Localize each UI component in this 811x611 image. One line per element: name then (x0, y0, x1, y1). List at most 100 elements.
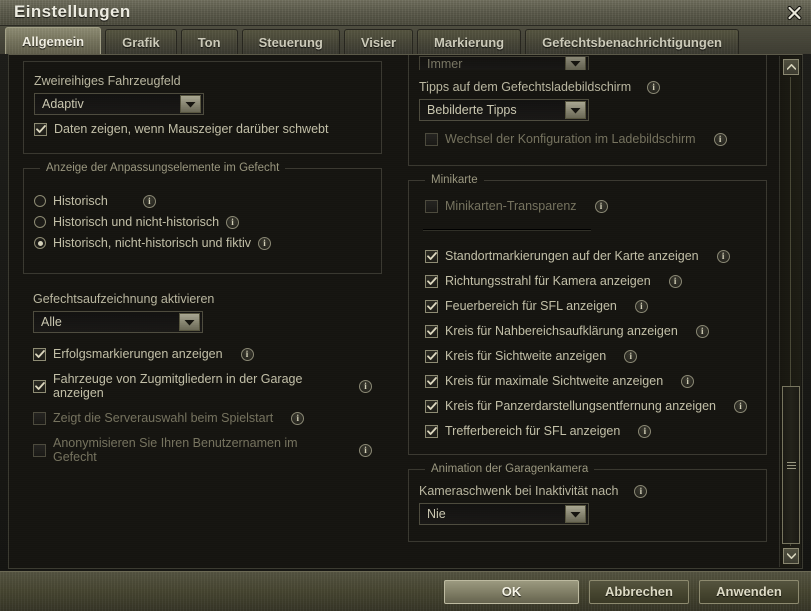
info-icon[interactable]: i (624, 349, 638, 363)
checkbox-label: Erfolgsmarkierungen anzeigen (53, 347, 223, 361)
info-icon[interactable]: i (716, 249, 730, 263)
checkbox-config-switch[interactable] (425, 132, 438, 146)
checkbox-label: Kreis für Panzerdarstellungsentfernung a… (445, 399, 717, 413)
checkbox-label: Feuerbereich für SFL anzeigen (445, 299, 617, 313)
info-icon[interactable]: i (634, 484, 648, 498)
group-loading-screen: Immer Tipps auf dem Gefechtsladebildschi… (408, 55, 767, 166)
dropdown-battle-recording[interactable]: Alle (33, 311, 203, 333)
dialog-footer: OK Abbrechen Anwenden (0, 571, 811, 611)
checkbox-minimap-transparency[interactable] (425, 199, 438, 213)
tab-ton[interactable]: Ton (180, 29, 238, 54)
tab-steuerung[interactable]: Steuerung (241, 29, 340, 54)
info-icon[interactable]: i (681, 374, 695, 388)
info-icon[interactable]: i (647, 80, 661, 94)
row-close-recon-circle: Kreis für Nahbereichsaufklärung anzeigen… (425, 324, 756, 338)
checkbox-close-recon-circle[interactable] (425, 324, 438, 338)
checkbox-spg-firing-area[interactable] (425, 299, 438, 313)
tab-visier[interactable]: Visier (343, 29, 414, 54)
radio-label: Historisch und nicht-historisch (53, 215, 220, 229)
checkbox-label: Richtungsstrahl für Kamera anzeigen (445, 274, 651, 288)
checkbox-anonymize-username[interactable] (33, 443, 46, 457)
row-minimap-transparency: Minikarten-Transparenz i (425, 199, 756, 213)
tab-markierung[interactable]: Markierung (417, 29, 522, 54)
info-icon[interactable]: i (594, 199, 608, 213)
dropdown-loading-screen-tips[interactable]: Bebilderte Tipps (419, 99, 589, 121)
row-spg-firing-area: Feuerbereich für SFL anzeigen i (425, 299, 756, 313)
checkbox-hover-data[interactable] (34, 122, 47, 136)
grip-lines-icon (786, 460, 796, 471)
dropdown-cut-top[interactable]: Immer (419, 56, 589, 70)
chevron-up-icon[interactable] (783, 59, 799, 75)
row-anonymize-username: Anonymisieren Sie Ihren Benutzernamen im… (33, 436, 372, 464)
tab-label: Gefechtsbenachrichtigungen (542, 34, 722, 50)
checkbox-max-view-range-circle[interactable] (425, 374, 438, 388)
cancel-button[interactable]: Abbrechen (589, 579, 689, 604)
checkbox-label: Minikarten-Transparenz (445, 199, 577, 213)
radio-historical[interactable] (34, 195, 46, 207)
info-icon[interactable]: i (734, 399, 748, 413)
radio-label: Historisch, nicht-historisch und fiktiv (53, 236, 251, 250)
tab-label: Steuerung (258, 34, 323, 50)
vertical-scrollbar[interactable] (779, 56, 801, 567)
checkbox-view-range-circle[interactable] (425, 349, 438, 363)
info-icon[interactable]: i (668, 274, 682, 288)
ok-button[interactable]: OK (444, 579, 579, 604)
row-hover-data: Daten zeigen, wenn Mauszeiger darüber sc… (34, 122, 371, 136)
checkbox-label: Trefferbereich für SFL anzeigen (445, 424, 621, 438)
info-icon[interactable]: i (226, 215, 240, 229)
checkbox-draw-distance-circle[interactable] (425, 399, 438, 413)
checkbox-label: Zeigt die Serverauswahl beim Spielstart (53, 411, 274, 425)
row-radio-historical: Historisch i (34, 194, 371, 208)
row-location-markers: Standortmarkierungen auf der Karte anzei… (425, 249, 756, 263)
dropdown-two-row-vehicle-panel[interactable]: Adaptiv (34, 93, 204, 115)
info-icon[interactable]: i (638, 424, 652, 438)
chevron-down-icon[interactable] (783, 548, 799, 564)
info-icon[interactable]: i (240, 347, 254, 361)
radio-historical-nonhistorical-fictional[interactable] (34, 237, 46, 249)
dropdown-value: Immer (427, 56, 463, 70)
checkbox-platoon-vehicles[interactable] (33, 379, 46, 393)
group-garage-camera-animation: Animation der Garagenkamera Kameraschwen… (408, 463, 767, 542)
radio-historical-nonhistorical[interactable] (34, 216, 46, 228)
group-legend: Animation der Garagenkamera (425, 463, 595, 475)
label-battle-recording: Gefechtsaufzeichnung aktivieren (33, 292, 215, 306)
scroll-viewport: Zweireihiges Fahrzeugfeld Adaptiv Daten (9, 55, 780, 568)
group-legend: Minikarte (425, 174, 484, 186)
group-vehicle-panel: Zweireihiges Fahrzeugfeld Adaptiv Daten (23, 61, 382, 154)
dropdown-camera-pan[interactable]: Nie (419, 503, 589, 525)
info-icon[interactable]: i (257, 236, 271, 250)
group-customization-display: Anzeige der Anpassungselemente im Gefech… (23, 162, 382, 274)
dropdown-value: Alle (41, 315, 62, 329)
row-radio-historical-nonhistorical-fictional: Historisch, nicht-historisch und fiktiv … (34, 236, 371, 250)
checkbox-achievement-markers[interactable] (33, 347, 46, 361)
checkbox-camera-ray[interactable] (425, 274, 438, 288)
row-config-switch: Wechsel der Konfiguration im Ladebildsch… (425, 132, 756, 146)
tab-allgemein[interactable]: Allgemein (5, 27, 102, 54)
settings-content-panel: Zweireihiges Fahrzeugfeld Adaptiv Daten (8, 54, 803, 569)
checkbox-label: Kreis für Sichtweite anzeigen (445, 349, 607, 363)
tab-label: Ton (197, 34, 221, 50)
apply-button[interactable]: Anwenden (699, 579, 799, 604)
info-icon[interactable]: i (142, 194, 156, 208)
info-icon[interactable]: i (359, 443, 372, 457)
left-column: Zweireihiges Fahrzeugfeld Adaptiv Daten (9, 55, 394, 556)
tab-gefechtsbenachrichtigungen[interactable]: Gefechtsbenachrichtigungen (525, 29, 739, 54)
tab-grafik[interactable]: Grafik (105, 29, 177, 54)
checkbox-spg-hit-area[interactable] (425, 424, 438, 438)
info-icon[interactable]: i (634, 299, 648, 313)
info-icon[interactable]: i (291, 411, 305, 425)
dropdown-value: Adaptiv (42, 97, 84, 111)
tab-label: Markierung (434, 34, 505, 50)
info-icon[interactable]: i (695, 324, 709, 338)
scrollbar-thumb[interactable] (782, 386, 800, 544)
checkbox-server-selection[interactable] (33, 411, 46, 425)
row-view-range-circle: Kreis für Sichtweite anzeigen i (425, 349, 756, 363)
info-icon[interactable]: i (713, 132, 727, 146)
label-loading-screen-tips: Tipps auf dem Gefechtsladebildschirm i (419, 80, 756, 94)
info-icon[interactable]: i (359, 379, 372, 393)
checkbox-label: Anonymisieren Sie Ihren Benutzernamen im… (53, 436, 298, 464)
slider-minimap-transparency[interactable] (423, 223, 591, 237)
close-icon[interactable] (784, 3, 804, 23)
checkbox-location-markers[interactable] (425, 249, 438, 263)
group-battle-recording: Gefechtsaufzeichnung aktivieren Alle Erf… (23, 288, 382, 487)
